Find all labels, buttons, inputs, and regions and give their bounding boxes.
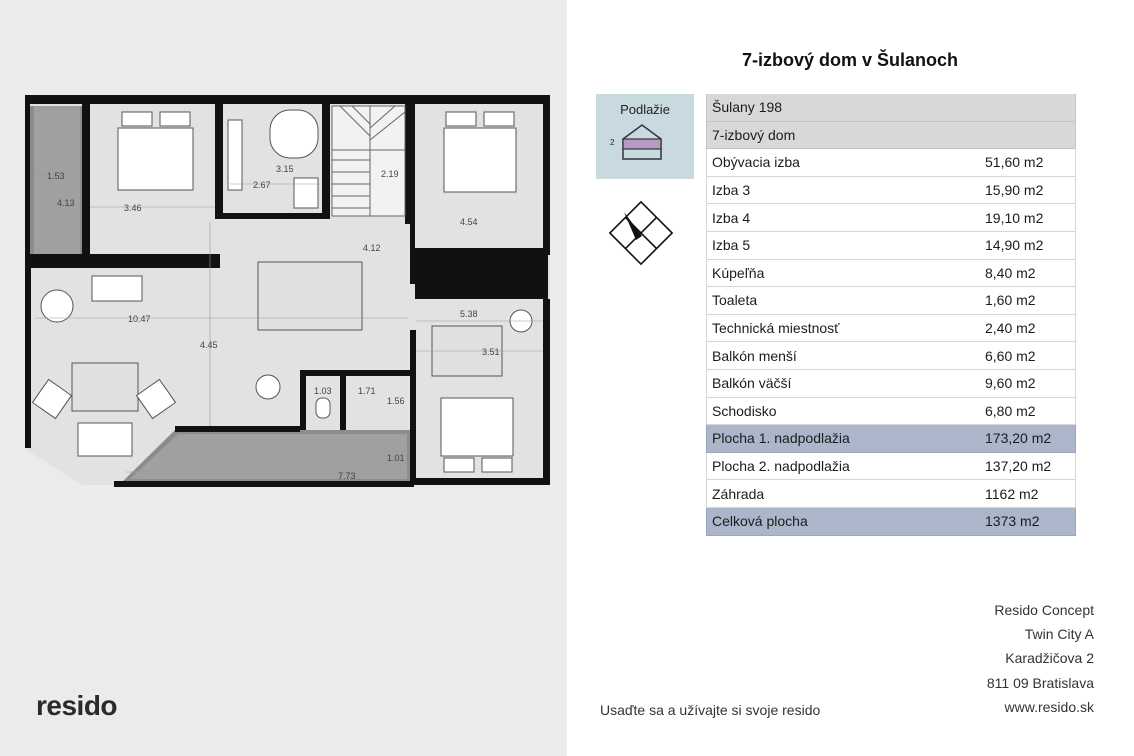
room-area: 8,40 m2 [983,259,1076,288]
room-name: Izba 5 [706,231,983,260]
total-area: 173,20 m2 [983,424,1076,453]
table-row: Izba 3 15,90 m2 [706,176,1076,205]
total-name: Záhrada [706,479,983,508]
address-building: Twin City A [1024,626,1094,643]
room-name: Kúpeľňa [706,259,983,288]
table-row: Obývacia izba 51,60 m2 [706,148,1076,177]
table-row: Toaleta 1,60 m2 [706,286,1076,315]
room-area: 6,80 m2 [983,397,1076,426]
dimension-label: 10.47 [128,314,151,324]
website-link[interactable]: www.resido.sk [987,695,1094,719]
table-row: Balkón väčší 9,60 m2 [706,369,1076,398]
table-row: Kúpeľňa 8,40 m2 [706,259,1076,288]
dimension-label: 3.51 [482,347,500,357]
dimension-label: 2.67 [253,180,271,190]
room-area: 51,60 m2 [983,148,1076,177]
dimension-label: 1.03 [314,386,332,396]
dimension-label: 4.45 [200,340,218,350]
slogan: Usaďte sa a užívajte si svoje resido [600,702,821,718]
total-name: Plocha 1. nadpodlažia [706,424,983,453]
dimension-label: 2.19 [381,169,399,179]
resido-logo: resido [36,690,118,721]
room-name: Izba 3 [706,176,983,205]
table-row: Technická miestnosť 2,40 m2 [706,314,1076,343]
dimension-label: 4.54 [460,217,478,227]
dimension-label: 1.53 [47,171,65,181]
room-name: Schodisko [706,397,983,426]
room-area: 9,60 m2 [983,369,1076,398]
dimension-label: 1.71 [358,386,376,396]
room-area: 2,40 m2 [983,314,1076,343]
page-title: 7-izbový dom v Šulanoch [741,50,959,70]
table-row: 7-izbový dom [706,121,1076,150]
total-area: 1373 m2 [983,507,1076,536]
address-cell: Šulany 198 [706,94,1076,122]
address-street: Karadžičova 2 [1005,650,1094,667]
address-city: 811 09 Bratislava [986,674,1094,691]
total-name: Plocha 2. nadpodlažia [706,452,983,481]
company-name: Resido Concept [994,602,1094,618]
room-name: Obývacia izba [706,148,983,177]
room-name: Izba 4 [706,203,983,232]
compass-icon [608,200,674,266]
table-row: Balkón menší 6,60 m2 [706,341,1076,370]
room-name: Balkón väčší [706,369,983,398]
table-row: Šulany 198 [706,94,1076,122]
room-name: Toaleta [706,286,983,315]
company-address: Resido Concept Twin City A Karadžičova 2… [987,598,1094,719]
total-name: Celková plocha [706,507,983,536]
dimension-label: 3.15 [276,164,294,174]
staircase [331,105,406,217]
left-panel: 1.53 4.13 3.46 3.15 2.67 2.19 4.54 4.12 … [0,0,567,756]
table-row-highlight: Celková plocha 1373 m2 [706,507,1076,536]
floor-plan: 1.53 4.13 3.46 3.15 2.67 2.19 4.54 4.12 … [25,95,550,487]
floor-indicator: Podlažie 2 [596,94,694,179]
dimension-label: 5.38 [460,309,478,319]
room-area: 14,90 m2 [983,231,1076,260]
table-row: Izba 5 14,90 m2 [706,231,1076,260]
room-area: 15,90 m2 [983,176,1076,205]
room-name: Balkón menší [706,341,983,370]
dimension-label: 3.46 [124,203,142,213]
room-area: 19,10 m2 [983,203,1076,232]
room-area-table: Šulany 198 7-izbový dom Obývacia izba 51,… [706,94,1076,536]
room-area: 6,60 m2 [983,341,1076,370]
room-name: Technická miestnosť [706,314,983,343]
house-floor-icon [622,124,662,160]
floor-number: 2 [610,138,615,147]
dimension-label: 1.56 [387,396,405,406]
dimension-label: 7.73 [338,471,356,481]
table-row: Plocha 2. nadpodlažia 137,20 m2 [706,452,1076,481]
dimension-label: 1.01 [387,453,405,463]
table-row: Záhrada 1162 m2 [706,479,1076,508]
dimension-label: 4.12 [363,243,381,253]
floor-label: Podlažie [620,102,670,117]
table-row: Schodisko 6,80 m2 [706,397,1076,426]
total-area: 137,20 m2 [983,452,1076,481]
table-row: Izba 4 19,10 m2 [706,203,1076,232]
house-type-cell: 7-izbový dom [706,121,1076,150]
total-area: 1162 m2 [983,479,1076,508]
dimension-label: 4.13 [57,198,75,208]
room-area: 1,60 m2 [983,286,1076,315]
table-row-highlight: Plocha 1. nadpodlažia 173,20 m2 [706,424,1076,453]
